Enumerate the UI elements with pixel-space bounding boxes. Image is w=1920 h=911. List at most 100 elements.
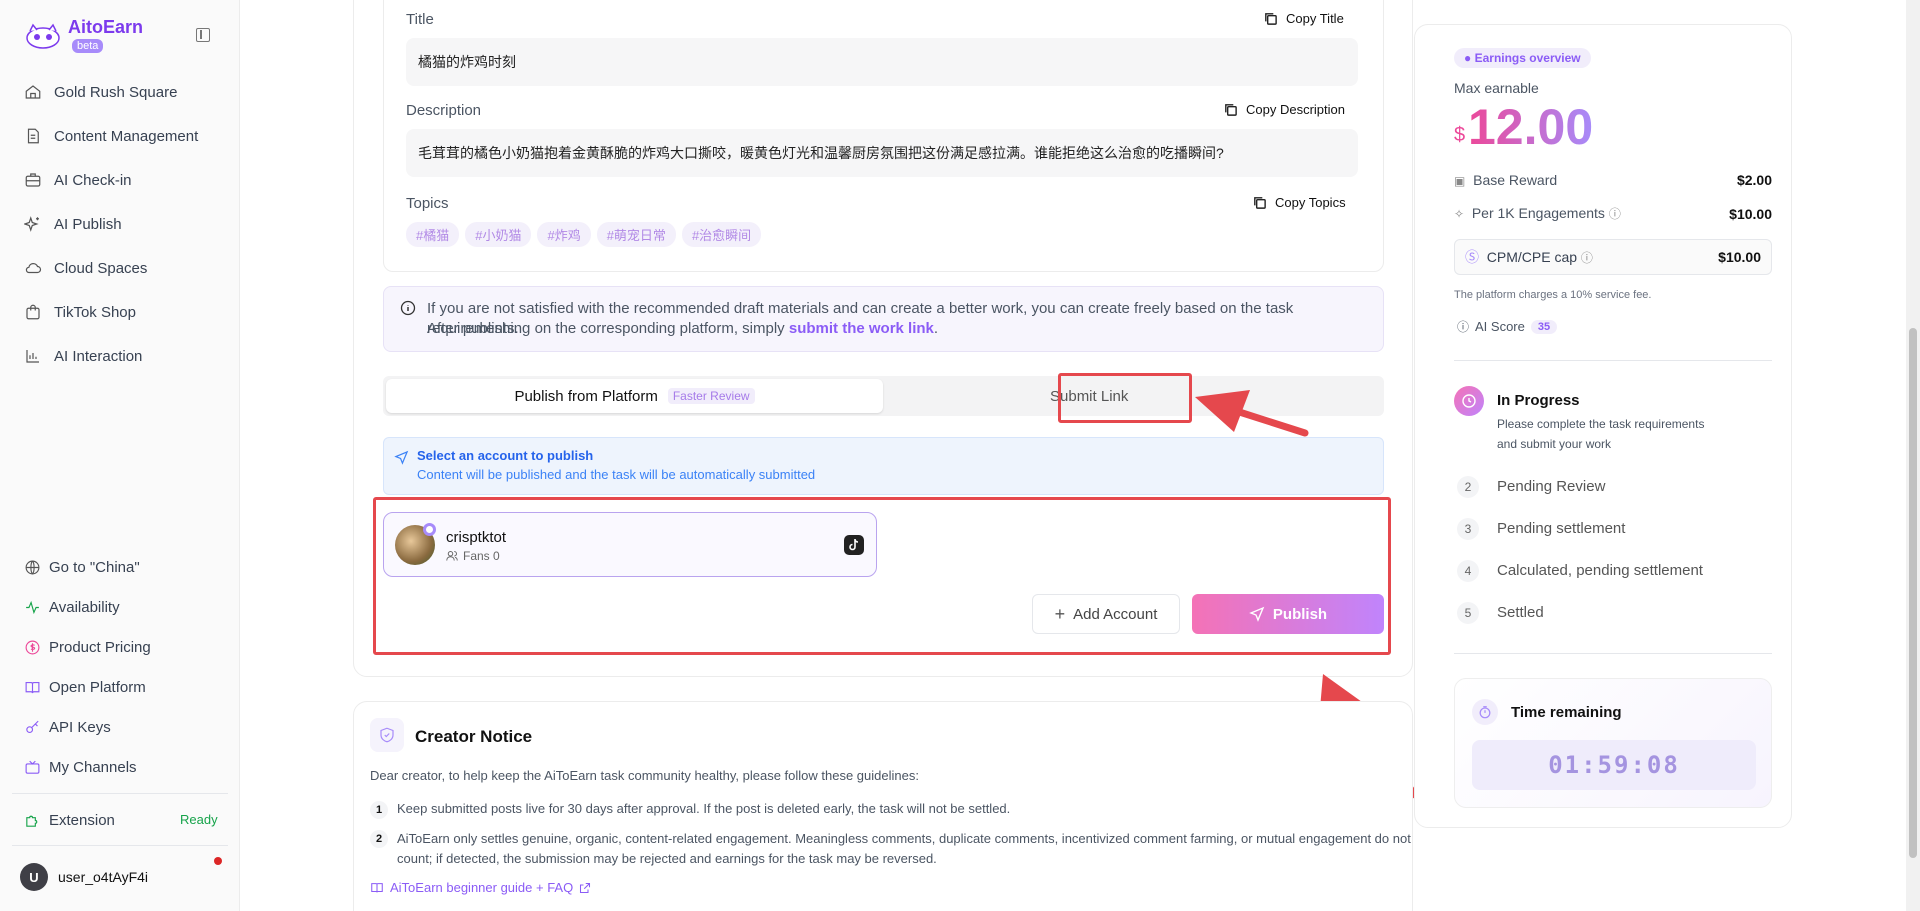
sparkles-icon <box>24 216 39 232</box>
current-step-desc-1: Please complete the task requirements <box>1497 417 1705 431</box>
per-1k-label: ✧ Per 1K Engagements ⓘ <box>1454 205 1621 222</box>
guideline-text: AiToEarn only settles genuine, organic, … <box>397 831 1411 846</box>
cap-row: Ⓢ CPM/CPE cap ⓘ $10.00 <box>1454 239 1772 275</box>
guideline-text-cont: count; if detected, the submission may b… <box>397 851 937 866</box>
step-label: Calculated, pending settlement <box>1497 562 1703 579</box>
cat-logo-icon <box>26 23 60 49</box>
sidebar-item-label: My Channels <box>49 758 137 776</box>
timer-icon <box>1472 699 1498 725</box>
time-remaining-label: Time remaining <box>1511 704 1622 721</box>
divider <box>12 793 228 794</box>
sidebar-item-go-to-china[interactable]: Go to "China" <box>24 555 140 579</box>
sidebar-item-label: Product Pricing <box>49 638 151 656</box>
copy-icon <box>1225 104 1237 116</box>
scrollbar[interactable] <box>1906 0 1920 911</box>
guideline-number: 1 <box>370 801 388 819</box>
current-step-desc-2: and submit your work <box>1497 437 1612 451</box>
copy-title-button[interactable]: Copy Title <box>1263 11 1344 26</box>
copy-topics-label: Copy Topics <box>1275 195 1346 210</box>
sparkle-icon: ✧ <box>1454 207 1465 221</box>
sidebar-item-label: Content Management <box>54 127 199 145</box>
copy-description-label: Copy Description <box>1246 102 1345 117</box>
sidebar-item-label: Open Platform <box>49 678 146 696</box>
guideline-text: Keep submitted posts live for 30 days af… <box>397 801 1011 816</box>
sidebar-item-ai-publish[interactable]: AI Publish <box>24 210 122 238</box>
app-logo[interactable]: AitoEarn beta <box>24 18 143 53</box>
per-1k-value: $10.00 <box>1729 205 1772 222</box>
user-name: user_o4tAyF4i <box>58 869 149 885</box>
user-profile[interactable]: U user_o4tAyF4i <box>20 863 148 891</box>
title-field: 橘猫的炸鸡时刻 <box>406 38 1358 86</box>
sidebar-item-product-pricing[interactable]: Product Pricing <box>24 635 151 659</box>
book-icon <box>25 681 40 693</box>
submit-work-link[interactable]: submit the work link <box>789 320 934 337</box>
tab-publish-from-platform[interactable]: Publish from Platform Faster Review <box>386 379 883 413</box>
sidebar-item-label: Cloud Spaces <box>54 259 148 277</box>
per-1k-text: Per 1K Engagements <box>1471 205 1605 221</box>
sidebar-item-label: TikTok Shop <box>54 303 136 321</box>
dollar-icon: Ⓢ <box>1465 249 1479 265</box>
sidebar-item-content-management[interactable]: Content Management <box>24 122 198 150</box>
topic-tag: #治愈瞬间 <box>681 222 762 247</box>
sidebar-item-label: Extension <box>49 811 115 829</box>
sidebar-item-ai-interaction[interactable]: AI Interaction <box>24 342 142 370</box>
notice-line-2: After publishing on the corresponding pl… <box>427 319 938 339</box>
clock-icon <box>1454 386 1484 416</box>
account-card[interactable]: crisptktot Fans 0 <box>383 512 877 577</box>
info-icon <box>400 300 416 316</box>
divider <box>12 845 228 846</box>
copy-icon <box>1265 13 1277 25</box>
sidebar-item-my-channels[interactable]: My Channels <box>24 755 137 779</box>
bar-chart-icon <box>26 350 39 363</box>
notification-dot <box>214 857 222 865</box>
collapse-sidebar-icon[interactable] <box>196 28 210 42</box>
extension-status: Ready <box>180 812 218 827</box>
sidebar-item-label: AI Check-in <box>54 171 132 189</box>
step-label: Settled <box>1497 604 1544 621</box>
description-label: Description <box>406 102 482 119</box>
sidebar-item-tiktok-shop[interactable]: TikTok Shop <box>24 298 136 326</box>
sidebar-item-open-platform[interactable]: Open Platform <box>24 675 146 699</box>
sidebar-item-gold-rush-square[interactable]: Gold Rush Square <box>24 78 177 106</box>
document-icon <box>27 128 39 144</box>
current-step-title: In Progress <box>1497 392 1580 409</box>
account-name: crisptktot <box>446 529 507 546</box>
scrollbar-thumb[interactable] <box>1909 328 1917 858</box>
copy-description-button[interactable]: Copy Description <box>1223 102 1345 117</box>
sidebar-item-ai-check-in[interactable]: AI Check-in <box>24 166 132 194</box>
divider <box>1454 360 1772 361</box>
send-icon <box>394 450 409 465</box>
creator-notice-intro: Dear creator, to help keep the AiToEarn … <box>370 768 919 783</box>
add-account-label: Add Account <box>1073 605 1158 623</box>
topics-list: #橘猫 #小奶猫 #炸鸡 #萌宠日常 #治愈瞬间 <box>406 222 767 247</box>
faq-link[interactable]: AiToEarn beginner guide + FAQ <box>370 880 591 895</box>
earnings-overview-label: Earnings overview <box>1474 51 1581 65</box>
sidebar-item-cloud-spaces[interactable]: Cloud Spaces <box>24 254 147 282</box>
step-number: 5 <box>1457 602 1479 624</box>
help-icon[interactable]: ⓘ <box>1581 251 1593 265</box>
sidebar-item-extension[interactable]: Extension <box>24 808 115 832</box>
title-label: Title <box>406 11 434 28</box>
earnings-overview-badge: ● Earnings overview <box>1454 48 1591 68</box>
ai-score-label: AI Score <box>1475 319 1525 334</box>
step-number: 2 <box>1457 476 1479 498</box>
sidebar-item-availability[interactable]: Availability <box>24 595 120 619</box>
topic-tag: #萌宠日常 <box>596 222 676 247</box>
copy-icon <box>1254 197 1266 209</box>
cap-value: $10.00 <box>1718 249 1761 265</box>
select-account-title: Select an account to publish <box>417 448 594 463</box>
globe-icon <box>25 560 40 574</box>
topic-tag: #炸鸡 <box>537 222 591 247</box>
faster-review-badge: Faster Review <box>667 388 755 404</box>
create-freely-notice: If you are not satisfied with the recomm… <box>383 286 1384 352</box>
copy-topics-button[interactable]: Copy Topics <box>1252 195 1346 210</box>
tv-icon <box>25 760 40 774</box>
step-label: Pending Review <box>1497 478 1606 495</box>
dollar-circle-icon <box>25 640 40 654</box>
time-remaining-card: Time remaining 01:59:08 <box>1454 678 1772 808</box>
add-account-button[interactable]: + Add Account <box>1032 594 1180 634</box>
step-label: Pending settlement <box>1497 520 1626 537</box>
help-icon[interactable]: ⓘ <box>1609 207 1621 221</box>
external-link-icon <box>580 882 591 893</box>
sidebar-item-api-keys[interactable]: API Keys <box>24 715 111 739</box>
